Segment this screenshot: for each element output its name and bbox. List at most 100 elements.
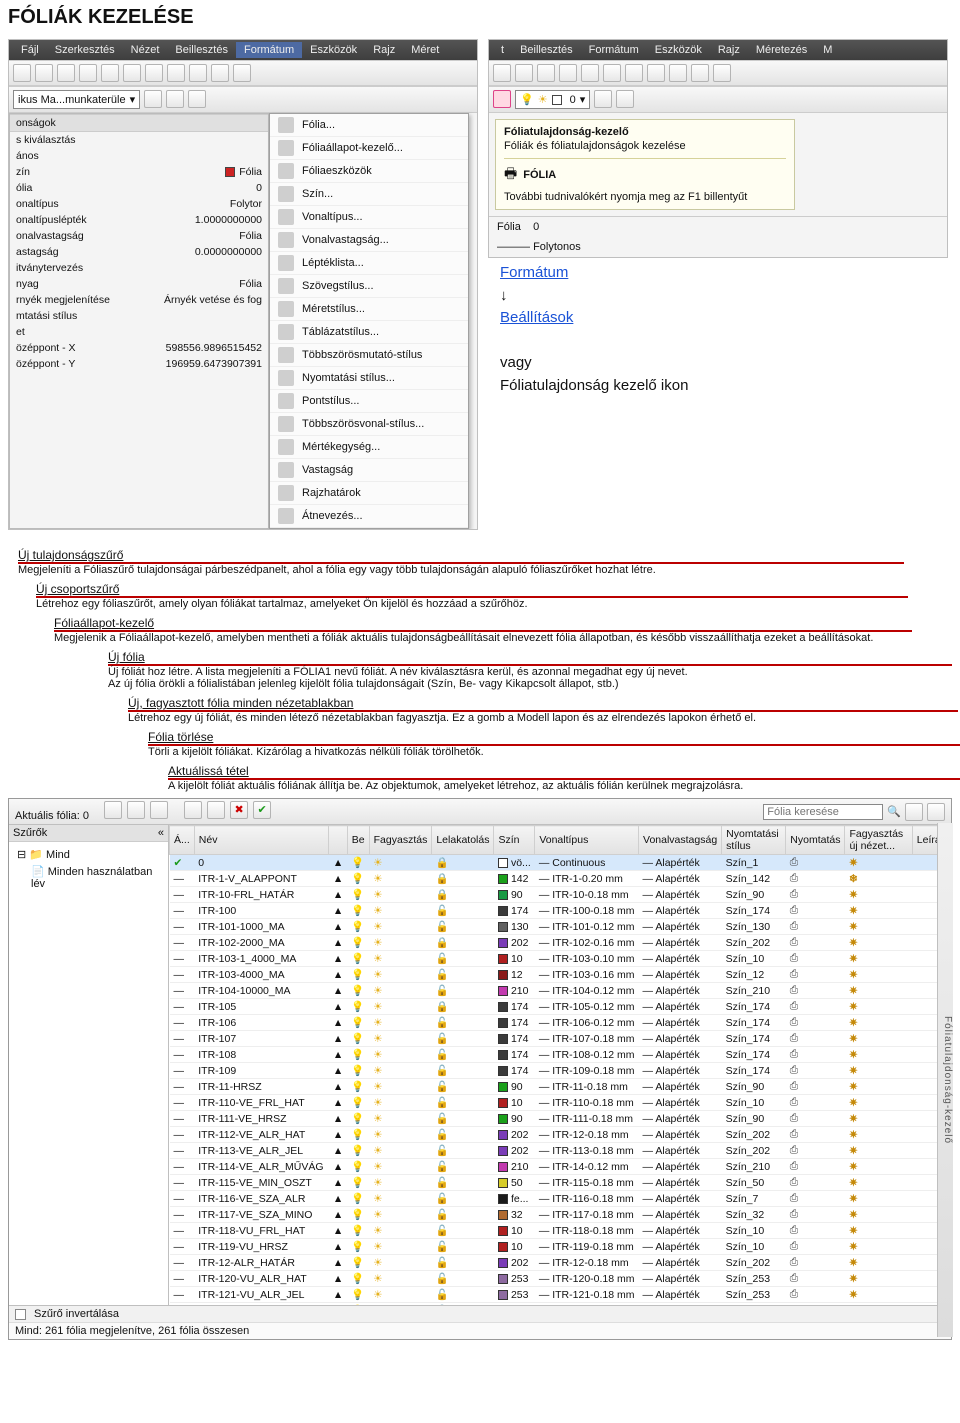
color-cell[interactable]: 253 xyxy=(494,1287,535,1303)
linetype-cell[interactable]: — ITR-103-0.10 mm xyxy=(535,951,639,967)
layer-search-input[interactable] xyxy=(763,804,883,820)
lock-toggle[interactable]: 🔒 xyxy=(432,935,494,951)
plot-toggle[interactable]: ⎙ xyxy=(786,1191,845,1207)
new-vp-freeze[interactable]: ✷ xyxy=(845,855,912,871)
new-vp-freeze[interactable]: ✷ xyxy=(845,903,912,919)
freeze-toggle[interactable]: ☀ xyxy=(369,855,432,871)
on-toggle[interactable]: 💡 xyxy=(347,1255,369,1271)
freeze-toggle[interactable]: ☀ xyxy=(369,935,432,951)
column-header[interactable]: Vonalvastagság xyxy=(639,826,722,855)
set-current-button[interactable]: ✔ xyxy=(253,801,271,819)
layer-row[interactable]: —ITR-113-VE_ALR_JEL▲💡☀🔓202— ITR-113-0.18… xyxy=(170,1143,951,1159)
menu-item[interactable]: Fóliaeszközök xyxy=(270,160,468,183)
column-header[interactable]: Á... xyxy=(170,826,195,855)
lock-toggle[interactable]: 🔓 xyxy=(432,1191,494,1207)
on-toggle[interactable]: 💡 xyxy=(347,1063,369,1079)
toolbar-icon[interactable] xyxy=(211,64,229,82)
freeze-toggle[interactable]: ☀ xyxy=(369,1255,432,1271)
linetype-cell[interactable]: — ITR-10-0.18 mm xyxy=(535,887,639,903)
layer-row[interactable]: —ITR-116-VE_SZA_ALR▲💡☀🔓fe...— ITR-116-0.… xyxy=(170,1191,951,1207)
menu-item[interactable]: M xyxy=(815,42,840,58)
lineweight-cell[interactable]: — Alapérték xyxy=(639,1223,722,1239)
on-toggle[interactable]: 💡 xyxy=(347,1015,369,1031)
link-beallitasok[interactable]: Beállítások xyxy=(500,309,573,326)
lineweight-cell[interactable]: — Alapérték xyxy=(639,1047,722,1063)
linetype-cell[interactable]: — ITR-122-0.18 mm xyxy=(535,1303,639,1306)
column-header[interactable]: Fagyasztás xyxy=(369,826,432,855)
new-vp-freeze[interactable]: ✷ xyxy=(845,967,912,983)
prop-row[interactable]: zínFólia xyxy=(10,164,268,180)
plotstyle-cell[interactable]: Szín_10 xyxy=(722,1223,786,1239)
menu-item[interactable]: Eszközök xyxy=(647,42,710,58)
lineweight-cell[interactable]: — Alapérték xyxy=(639,1191,722,1207)
menu-item[interactable]: Méret xyxy=(403,42,447,58)
plotstyle-cell[interactable]: Szín_142 xyxy=(722,1303,786,1306)
column-header[interactable]: Nyomtatás xyxy=(786,826,845,855)
plotstyle-cell[interactable]: Szín_7 xyxy=(722,1191,786,1207)
toolbar-icon[interactable] xyxy=(101,64,119,82)
layer-row[interactable]: —ITR-121-VU_ALR_JEL▲💡☀🔓253— ITR-121-0.18… xyxy=(170,1287,951,1303)
lineweight-cell[interactable]: — Alapérték xyxy=(639,1143,722,1159)
color-cell[interactable]: 10 xyxy=(494,1223,535,1239)
on-toggle[interactable]: 💡 xyxy=(347,1191,369,1207)
on-toggle[interactable]: 💡 xyxy=(347,1047,369,1063)
layer-properties-button[interactable] xyxy=(493,90,511,108)
linetype-cell[interactable]: — ITR-121-0.18 mm xyxy=(535,1287,639,1303)
color-cell[interactable]: 202 xyxy=(494,1143,535,1159)
column-header[interactable]: Név xyxy=(194,826,329,855)
menu-item[interactable]: Szerkesztés xyxy=(47,42,123,58)
prop-row[interactable]: onaltípuslépték1.0000000000 xyxy=(10,212,268,228)
on-toggle[interactable]: 💡 xyxy=(347,1111,369,1127)
color-cell[interactable]: 174 xyxy=(494,1031,535,1047)
toolbar-icon[interactable] xyxy=(189,64,207,82)
on-toggle[interactable]: 💡 xyxy=(347,1143,369,1159)
plot-toggle[interactable]: ⎙ xyxy=(786,951,845,967)
freeze-toggle[interactable]: ☀ xyxy=(369,1287,432,1303)
on-toggle[interactable]: 💡 xyxy=(347,935,369,951)
menu-item[interactable]: Átnevezés... xyxy=(270,505,468,528)
layer-row[interactable]: —ITR-114-VE_ALR_MŰVÁG▲💡☀🔓210— ITR-14-0.1… xyxy=(170,1159,951,1175)
link-formatum[interactable]: Formátum xyxy=(500,264,568,281)
lock-toggle[interactable]: 🔓 xyxy=(432,919,494,935)
on-toggle[interactable]: 💡 xyxy=(347,951,369,967)
new-layer-button[interactable] xyxy=(184,801,202,819)
settings-button[interactable] xyxy=(927,803,945,821)
toolbar-icon[interactable] xyxy=(713,64,731,82)
freeze-toggle[interactable]: ☀ xyxy=(369,1175,432,1191)
toolbar-icon[interactable] xyxy=(559,64,577,82)
plot-toggle[interactable]: ⎙ xyxy=(786,1063,845,1079)
on-toggle[interactable]: 💡 xyxy=(347,871,369,887)
layer-row[interactable]: —ITR-122-VU_ALR_MŰVÁG▲💡☀🔓142— ITR-122-0.… xyxy=(170,1303,951,1306)
new-vp-freeze[interactable]: ✷ xyxy=(845,1111,912,1127)
menu-item[interactable]: t xyxy=(493,42,512,58)
lineweight-cell[interactable]: — Alapérték xyxy=(639,871,722,887)
lock-toggle[interactable]: 🔓 xyxy=(432,1239,494,1255)
freeze-toggle[interactable]: ☀ xyxy=(369,1111,432,1127)
on-toggle[interactable]: 💡 xyxy=(347,1031,369,1047)
plot-toggle[interactable]: ⎙ xyxy=(786,887,845,903)
linetype-cell[interactable]: — ITR-106-0.12 mm xyxy=(535,1015,639,1031)
new-vp-freeze[interactable]: ✷ xyxy=(845,983,912,999)
plot-toggle[interactable]: ⎙ xyxy=(786,999,845,1015)
color-cell[interactable]: 210 xyxy=(494,1159,535,1175)
layer-combo[interactable]: 💡☀ 0 ▾ xyxy=(515,90,590,109)
lock-toggle[interactable]: 🔓 xyxy=(432,1047,494,1063)
layer-row[interactable]: —ITR-11-HRSZ▲💡☀🔓90— ITR-11-0.18 mm— Alap… xyxy=(170,1079,951,1095)
plot-toggle[interactable]: ⎙ xyxy=(786,983,845,999)
freeze-toggle[interactable]: ☀ xyxy=(369,1207,432,1223)
layer-row[interactable]: —ITR-102-2000_MA▲💡☀🔒202— ITR-102-0.16 mm… xyxy=(170,935,951,951)
prop-row[interactable]: astagság0.0000000000 xyxy=(10,244,268,260)
linetype-cell[interactable]: — ITR-111-0.18 mm xyxy=(535,1111,639,1127)
new-vp-freeze[interactable]: ✷ xyxy=(845,1031,912,1047)
plot-toggle[interactable]: ⎙ xyxy=(786,1111,845,1127)
toolbar-icon[interactable] xyxy=(493,64,511,82)
color-cell[interactable]: 174 xyxy=(494,1047,535,1063)
color-cell[interactable]: 142 xyxy=(494,1303,535,1306)
plotstyle-cell[interactable]: Szín_253 xyxy=(722,1271,786,1287)
lineweight-cell[interactable]: — Alapérték xyxy=(639,999,722,1015)
new-vp-freeze[interactable]: ✷ xyxy=(845,1047,912,1063)
layer-row[interactable]: —ITR-101-1000_MA▲💡☀🔓130— ITR-101-0.12 mm… xyxy=(170,919,951,935)
plotstyle-cell[interactable]: Szín_10 xyxy=(722,1095,786,1111)
lock-toggle[interactable]: 🔓 xyxy=(432,1223,494,1239)
search-icon[interactable]: 🔍 xyxy=(887,805,901,818)
